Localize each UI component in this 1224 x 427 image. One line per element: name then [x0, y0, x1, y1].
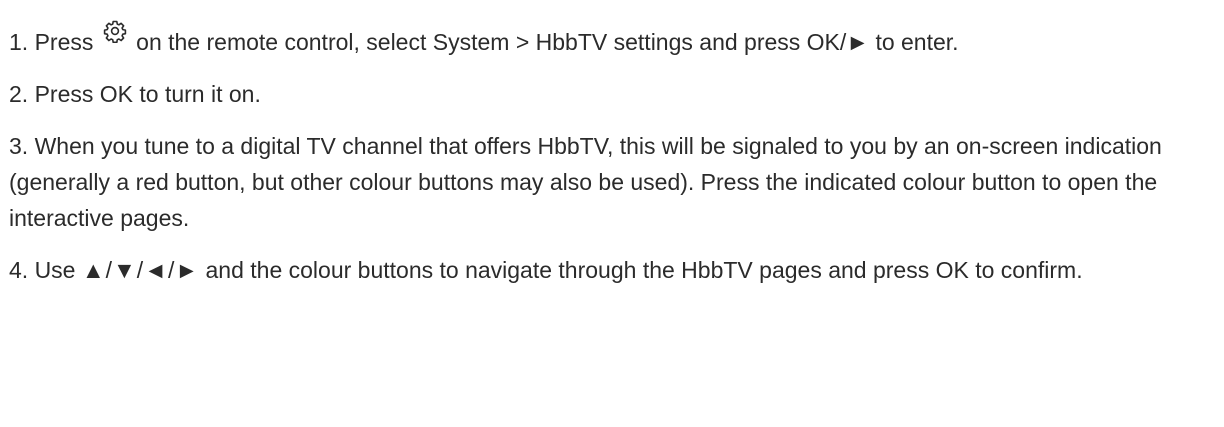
step-3: 3. When you tune to a digital TV channel…: [9, 128, 1210, 236]
step-4-text: and the colour buttons to navigate throu…: [199, 257, 1083, 283]
instructions-document: 1. Press on the remote control, select S…: [0, 0, 1210, 288]
step-4: 4. Use ▲/▼/◄/► and the colour buttons to…: [9, 252, 1210, 288]
step-4-prefix: 4. Use: [9, 257, 82, 283]
step-3-text: 3. When you tune to a digital TV channel…: [9, 133, 1162, 231]
step-1-prefix: 1. Press: [9, 29, 100, 55]
direction-arrows-icon: ▲/▼/◄/►: [81, 257, 200, 283]
step-2-text: 2. Press OK to turn it on.: [9, 81, 261, 107]
step-1: 1. Press on the remote control, select S…: [9, 20, 1210, 60]
step-1-text: on the remote control, select System > H…: [129, 29, 959, 55]
step-2: 2. Press OK to turn it on.: [9, 76, 1210, 112]
gear-icon: [103, 19, 127, 43]
